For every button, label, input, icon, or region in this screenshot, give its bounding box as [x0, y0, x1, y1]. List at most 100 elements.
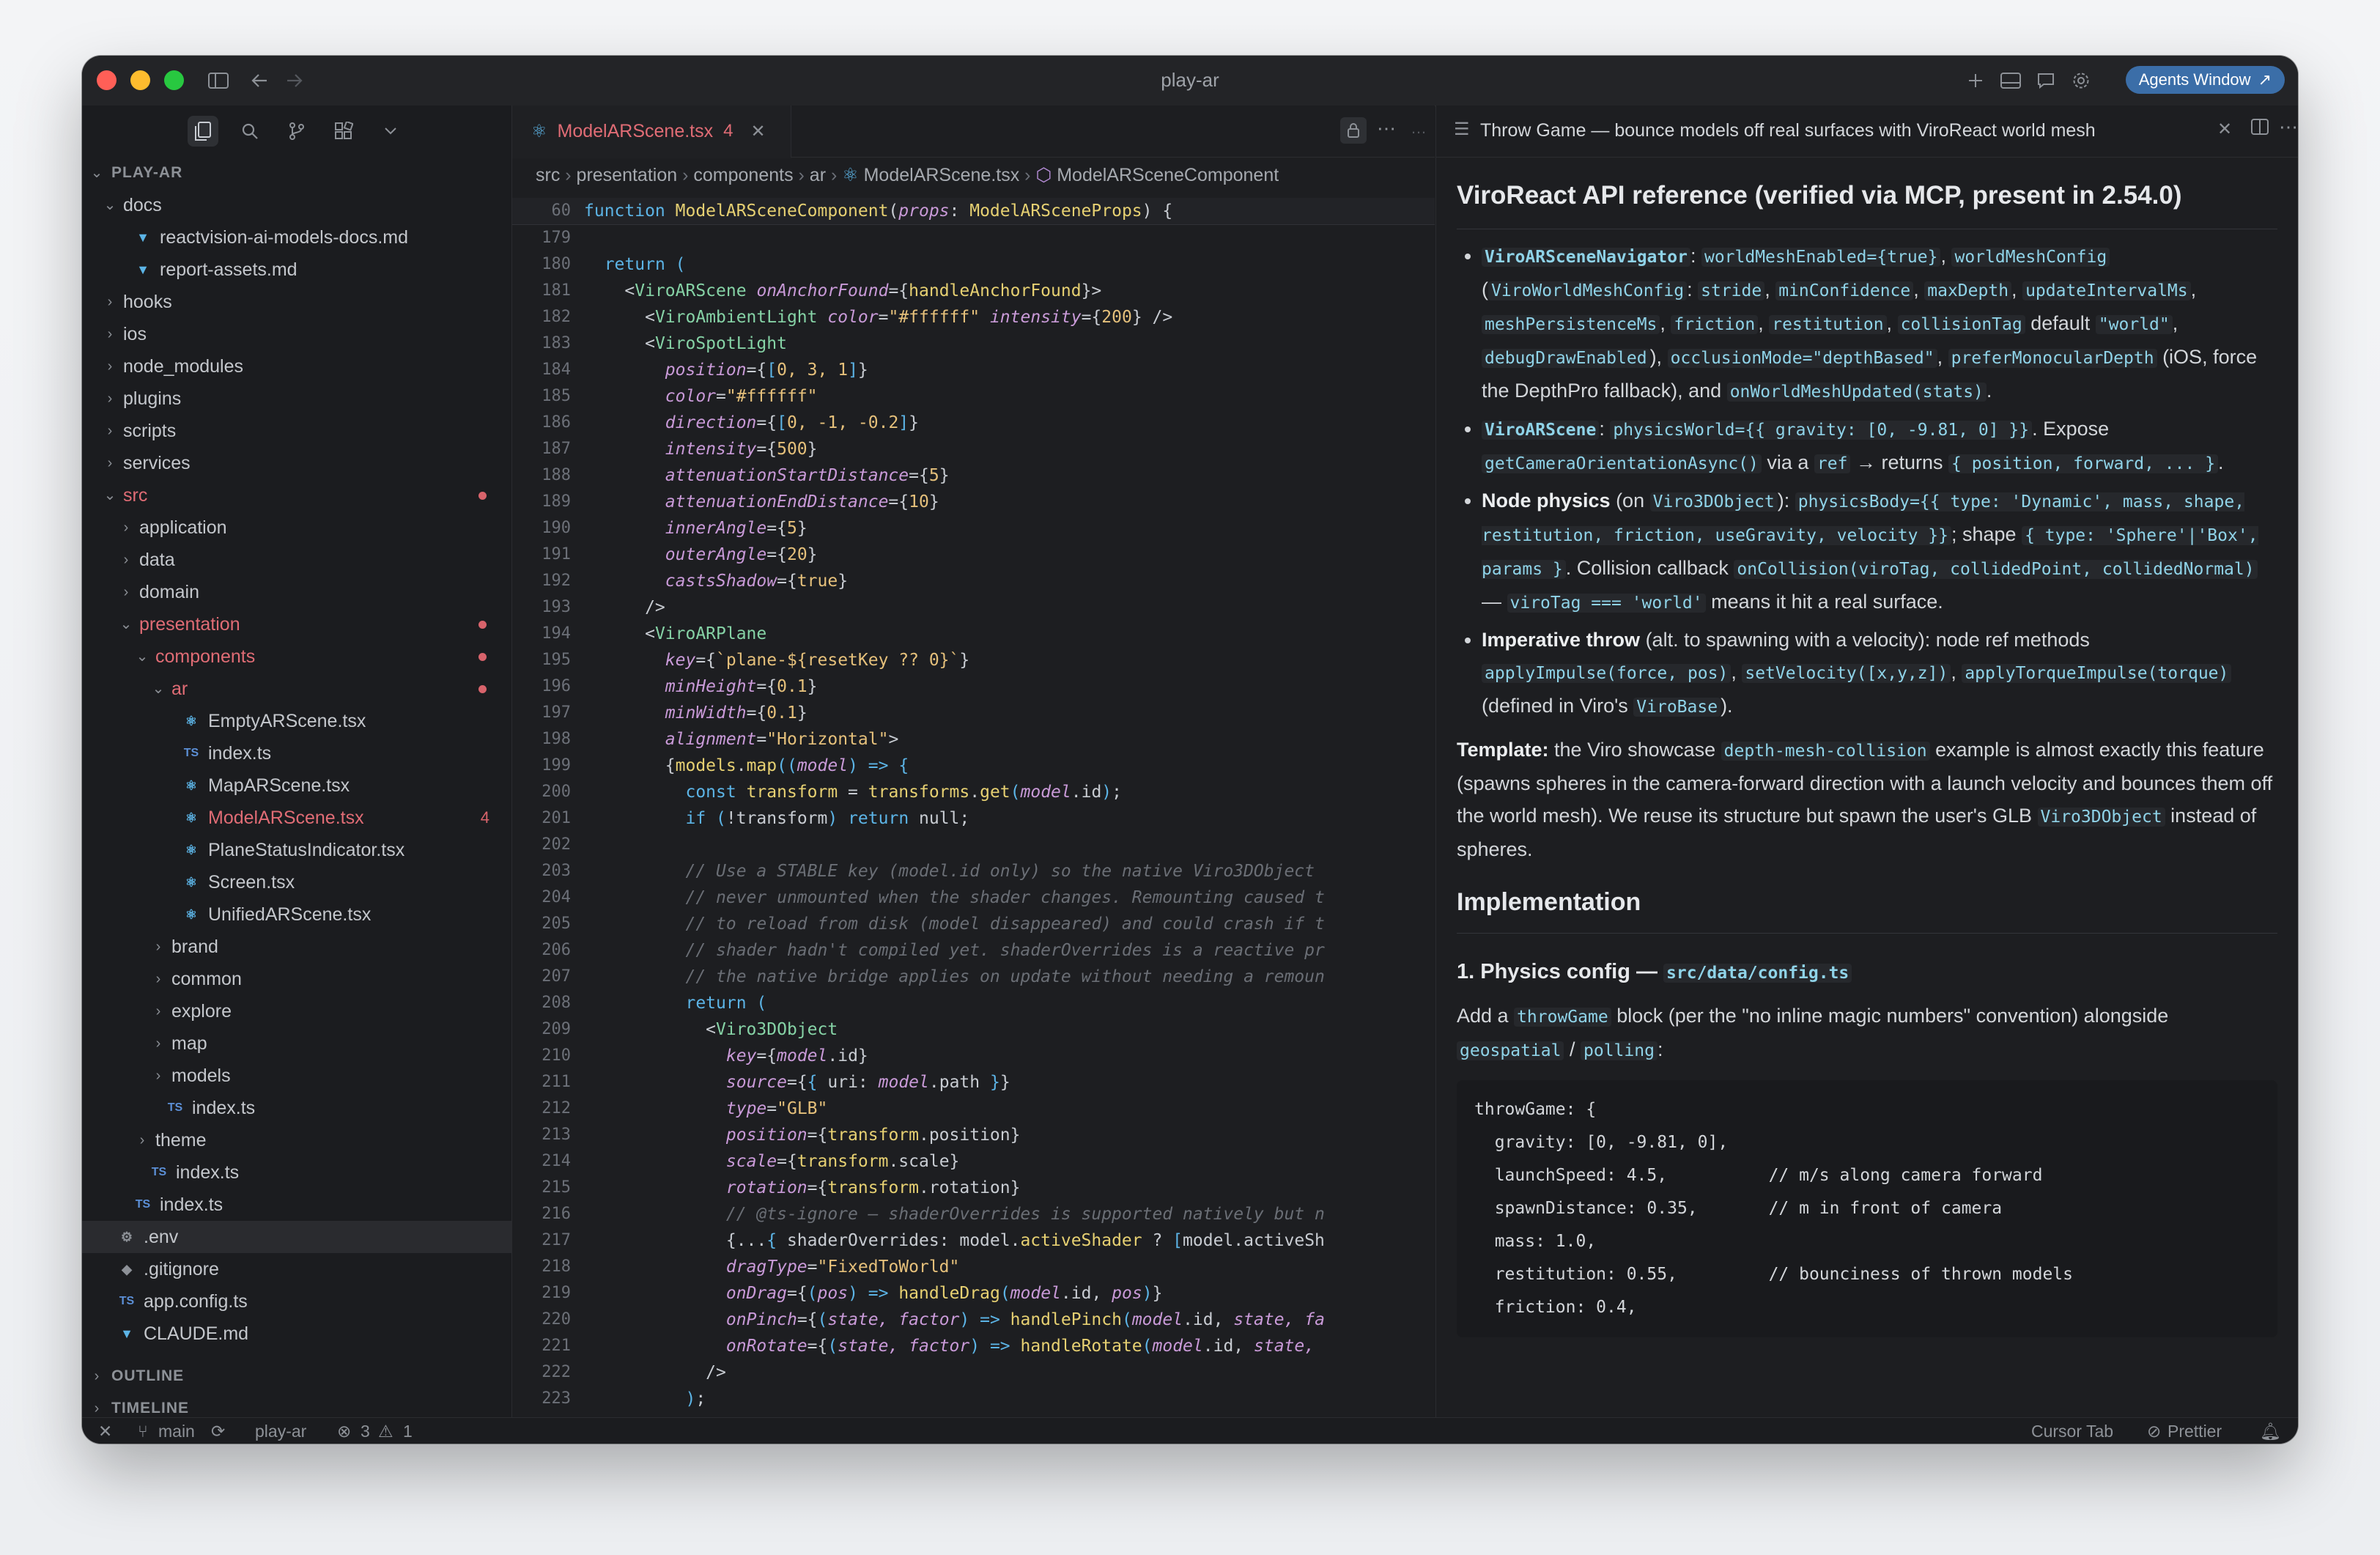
- files-icon[interactable]: [188, 116, 218, 147]
- tree-item[interactable]: › explore: [82, 995, 511, 1027]
- explorer-section-header[interactable]: ⌄ PLAY-AR: [82, 157, 511, 189]
- split-editor-icon[interactable]: [2251, 119, 2269, 138]
- tree-item[interactable]: TS app.config.ts: [82, 1285, 511, 1318]
- code-line[interactable]: 185 color="#ffffff": [512, 383, 1435, 410]
- code-line[interactable]: 205 // to reload from disk (model disapp…: [512, 911, 1435, 937]
- tree-item[interactable]: ⚛ UnifiedARScene.tsx: [82, 898, 511, 931]
- tree-item[interactable]: TS index.ts: [82, 1156, 511, 1189]
- code-line[interactable]: 217 {...{ shaderOverrides: model.activeS…: [512, 1227, 1435, 1254]
- more-actions-icon[interactable]: ⋯: [1377, 117, 1397, 140]
- tree-item[interactable]: ⚛ PlaneStatusIndicator.tsx: [82, 834, 511, 866]
- code-line[interactable]: 212 type="GLB": [512, 1096, 1435, 1122]
- code-line[interactable]: 202: [512, 832, 1435, 858]
- breadcrumb-item[interactable]: components: [693, 165, 793, 185]
- code-line[interactable]: 222 />: [512, 1359, 1435, 1386]
- tree-item[interactable]: TS index.ts: [82, 737, 511, 769]
- prettier-status[interactable]: Prettier: [2168, 1418, 2222, 1444]
- tree-item[interactable]: › data: [82, 544, 511, 576]
- tree-item[interactable]: › application: [82, 511, 511, 544]
- breadcrumb-item[interactable]: ar: [810, 165, 826, 185]
- close-panel-tab-icon[interactable]: ✕: [2217, 119, 2232, 140]
- code-line[interactable]: 182 <ViroAmbientLight color="#ffffff" in…: [512, 304, 1435, 330]
- tree-item[interactable]: ⚛ EmptyARScene.tsx: [82, 705, 511, 737]
- code-block[interactable]: throwGame: { gravity: [0, -9.81, 0], lau…: [1457, 1080, 2277, 1337]
- extensions-icon[interactable]: [328, 116, 359, 147]
- code-line[interactable]: 209 <Viro3DObject: [512, 1016, 1435, 1043]
- code-line[interactable]: 220 onPinch={(state, factor) => handlePi…: [512, 1307, 1435, 1333]
- tree-item[interactable]: › theme: [82, 1124, 511, 1156]
- code-line[interactable]: 201 if (!transform) return null;: [512, 805, 1435, 832]
- tree-item[interactable]: ⌄ components: [82, 640, 511, 673]
- branch-name[interactable]: main: [158, 1418, 195, 1444]
- code-line[interactable]: 214 scale={transform.scale}: [512, 1148, 1435, 1175]
- code-line[interactable]: 189 attenuationEndDistance={10}: [512, 489, 1435, 515]
- code-line[interactable]: 183 <ViroSpotLight: [512, 330, 1435, 357]
- code-line[interactable]: 211 source={{ uri: model.path }}: [512, 1069, 1435, 1096]
- warning-count[interactable]: 1: [403, 1418, 413, 1444]
- code-line[interactable]: 218 dragType="FixedToWorld": [512, 1254, 1435, 1280]
- code-line[interactable]: 192 castsShadow={true}: [512, 568, 1435, 594]
- search-icon[interactable]: [234, 116, 265, 147]
- tree-item[interactable]: › services: [82, 447, 511, 479]
- tree-item[interactable]: ⌄ src: [82, 479, 511, 511]
- code-line[interactable]: 181 <ViroARScene onAnchorFound={handleAn…: [512, 278, 1435, 304]
- code-line[interactable]: 187 intensity={500}: [512, 436, 1435, 462]
- tree-item[interactable]: ⌄ ar: [82, 673, 511, 705]
- code-line[interactable]: 216 // @ts-ignore — shaderOverrides is s…: [512, 1201, 1435, 1227]
- code-line[interactable]: 219 onDrag={(pos) => handleDrag(model.id…: [512, 1280, 1435, 1307]
- tree-item[interactable]: ⌄ presentation: [82, 608, 511, 640]
- tree-item[interactable]: ▼ report-assets.md: [82, 254, 511, 286]
- warning-icon[interactable]: ⚠: [378, 1418, 393, 1444]
- chevron-down-icon[interactable]: [375, 116, 406, 147]
- code-line[interactable]: 190 innerAngle={5}: [512, 515, 1435, 542]
- panel-tab-title[interactable]: Throw Game — bounce models off real surf…: [1480, 120, 2096, 141]
- tree-item[interactable]: ⌄ docs: [82, 189, 511, 221]
- breadcrumb-item[interactable]: presentation: [577, 165, 678, 185]
- panel-more-icon[interactable]: ⋯: [2279, 116, 2298, 138]
- tree-item[interactable]: › plugins: [82, 383, 511, 415]
- tree-item[interactable]: ⚛ MapARScene.tsx: [82, 769, 511, 802]
- code-line[interactable]: 204 // never unmounted when the shader c…: [512, 884, 1435, 911]
- breadcrumb-item[interactable]: ModelARSceneComponent: [1057, 165, 1279, 185]
- tree-item[interactable]: › scripts: [82, 415, 511, 447]
- breadcrumb-item[interactable]: src: [536, 165, 560, 185]
- tree-item[interactable]: ⚙ .env: [82, 1221, 511, 1253]
- code-line[interactable]: 206 // shader hadn't compiled yet. shade…: [512, 937, 1435, 964]
- outline-section-header[interactable]: › OUTLINE: [82, 1360, 511, 1392]
- code-line[interactable]: 198 alignment="Horizontal">: [512, 726, 1435, 753]
- sticky-scroll-line[interactable]: 60 function ModelARSceneComponent(props: …: [512, 198, 1435, 225]
- bell-icon[interactable]: 🔔︎: [2260, 1418, 2281, 1444]
- code-line[interactable]: 184 position={[0, 3, 1]}: [512, 357, 1435, 383]
- code-line[interactable]: 188 attenuationStartDistance={5}: [512, 462, 1435, 489]
- tree-item[interactable]: ◆ .gitignore: [82, 1253, 511, 1285]
- code-line[interactable]: 200 const transform = transforms.get(mod…: [512, 779, 1435, 805]
- code-line[interactable]: 223 );: [512, 1386, 1435, 1412]
- code-line[interactable]: 210 key={model.id}: [512, 1043, 1435, 1069]
- sync-icon[interactable]: ⟳: [211, 1418, 225, 1444]
- close-tab-icon[interactable]: ✕: [750, 121, 765, 142]
- breadcrumb-item[interactable]: ModelARScene.tsx: [864, 165, 1020, 185]
- settings-gear-icon[interactable]: [2066, 66, 2096, 95]
- tree-item[interactable]: ⚛ ModelARScene.tsx 4: [82, 802, 511, 834]
- tree-item[interactable]: › map: [82, 1027, 511, 1060]
- code-line[interactable]: 180 return (: [512, 251, 1435, 278]
- toggle-panel-icon[interactable]: [1996, 66, 2025, 95]
- tab-modelarscene[interactable]: ⚛ ModelARScene.tsx 4 ✕: [512, 106, 791, 158]
- overflow-icon[interactable]: …: [1411, 119, 1427, 138]
- tree-item[interactable]: TS index.ts: [82, 1092, 511, 1124]
- tree-item[interactable]: › models: [82, 1060, 511, 1092]
- code-line[interactable]: 213 position={transform.position}: [512, 1122, 1435, 1148]
- code-line[interactable]: 179: [512, 225, 1435, 251]
- tree-item[interactable]: TS index.ts: [82, 1189, 511, 1221]
- tree-item[interactable]: › node_modules: [82, 350, 511, 383]
- error-icon[interactable]: ⊗: [337, 1418, 351, 1444]
- tree-item[interactable]: › ios: [82, 318, 511, 350]
- code-line[interactable]: 199 {models.map((model) => {: [512, 753, 1435, 779]
- new-tab-plus-icon[interactable]: [1961, 66, 1990, 95]
- code-line[interactable]: 194 <ViroARPlane: [512, 621, 1435, 647]
- cursor-tab-status[interactable]: Cursor Tab: [2031, 1418, 2113, 1444]
- code-line[interactable]: 191 outerAngle={20}: [512, 542, 1435, 568]
- tree-item[interactable]: › brand: [82, 931, 511, 963]
- remote-icon[interactable]: ✕: [98, 1418, 112, 1444]
- tree-item[interactable]: › hooks: [82, 286, 511, 318]
